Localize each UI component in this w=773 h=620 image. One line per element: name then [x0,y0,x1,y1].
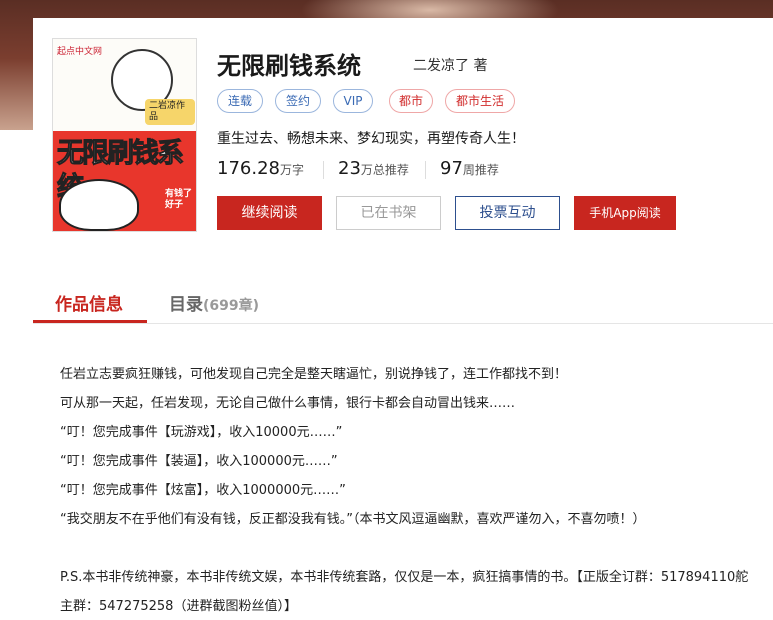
tag-urban[interactable]: 都市 [389,89,433,113]
cover-side-text: 有钱了 好子 [165,189,193,210]
stat-word-count: 176.28万字 [217,158,304,179]
stat-total-recommend-unit: 万总推荐 [360,163,409,177]
tab-catalog-count: (699章) [203,298,260,314]
description-ps: P.S.本书非传统神豪，本书非传统文娱，本书非传统套路，仅仅是一本，疯狂搞事情的… [60,570,749,614]
cover-figure [59,179,139,231]
book-author[interactable]: 二发凉了 著 [413,55,487,75]
book-description: 任岩立志要疯狂赚钱，可他发现自己完全是整天瞎逼忙，别说挣钱了，连工作都找不到！ … [60,360,750,620]
description-line: “我交朋友不在乎他们有没有钱，反正都没我有钱。”（本书文风逗逼幽默，喜欢严谨勿入… [60,512,646,527]
tag-urban-life[interactable]: 都市生活 [445,89,515,113]
continue-read-button[interactable]: 继续阅读 [217,196,322,230]
description-line: “叮！您完成事件【炫富】，收入1000000元……” [60,483,346,498]
tab-catalog[interactable]: 目录(699章) [169,290,259,315]
book-title: 无限刷钱系统 [217,52,361,80]
tab-catalog-label: 目录 [169,295,203,315]
description-line: “叮！您完成事件【装逼】，收入100000元……” [60,454,338,469]
cover-tag: 二岩凉作品 [145,99,195,125]
app-read-button[interactable]: 手机App阅读 [574,196,676,230]
on-shelf-button[interactable]: 已在书架 [336,196,441,230]
tab-active-indicator [33,320,147,323]
description-line: 可从那一天起，任岩发现，无论自己做什么事情，银行卡都会自动冒出钱来…… [60,396,516,411]
book-intro: 重生过去、畅想未来、梦幻现实，再塑传奇人生！ [217,131,525,147]
book-cover[interactable]: 起点中文网 二岩凉作品 无限刷钱系统 有钱了 好子 [52,38,197,232]
stat-divider [323,161,324,179]
stat-total-recommend: 23万总推荐 [338,158,409,179]
stat-divider [425,161,426,179]
stat-word-count-value: 176.28 [217,158,280,179]
stat-week-recommend-value: 97 [440,158,463,179]
cover-logo: 起点中文网 [57,47,103,57]
tab-book-info[interactable]: 作品信息 [55,290,123,315]
tag-signed: 签约 [275,89,321,113]
tag-vip: VIP [333,89,373,113]
stat-total-recommend-value: 23 [338,158,361,179]
stat-week-recommend: 97周推荐 [440,158,499,179]
description-line: 任岩立志要疯狂赚钱，可他发现自己完全是整天瞎逼忙，别说挣钱了，连工作都找不到！ [60,367,568,382]
vote-button[interactable]: 投票互动 [455,196,560,230]
tab-bar: 作品信息 目录(699章) [33,282,773,324]
tag-serializing: 连载 [217,89,263,113]
description-line: “叮！您完成事件【玩游戏】，收入10000元……” [60,425,343,440]
stat-week-recommend-unit: 周推荐 [462,163,499,177]
stat-word-count-unit: 万字 [279,163,304,177]
